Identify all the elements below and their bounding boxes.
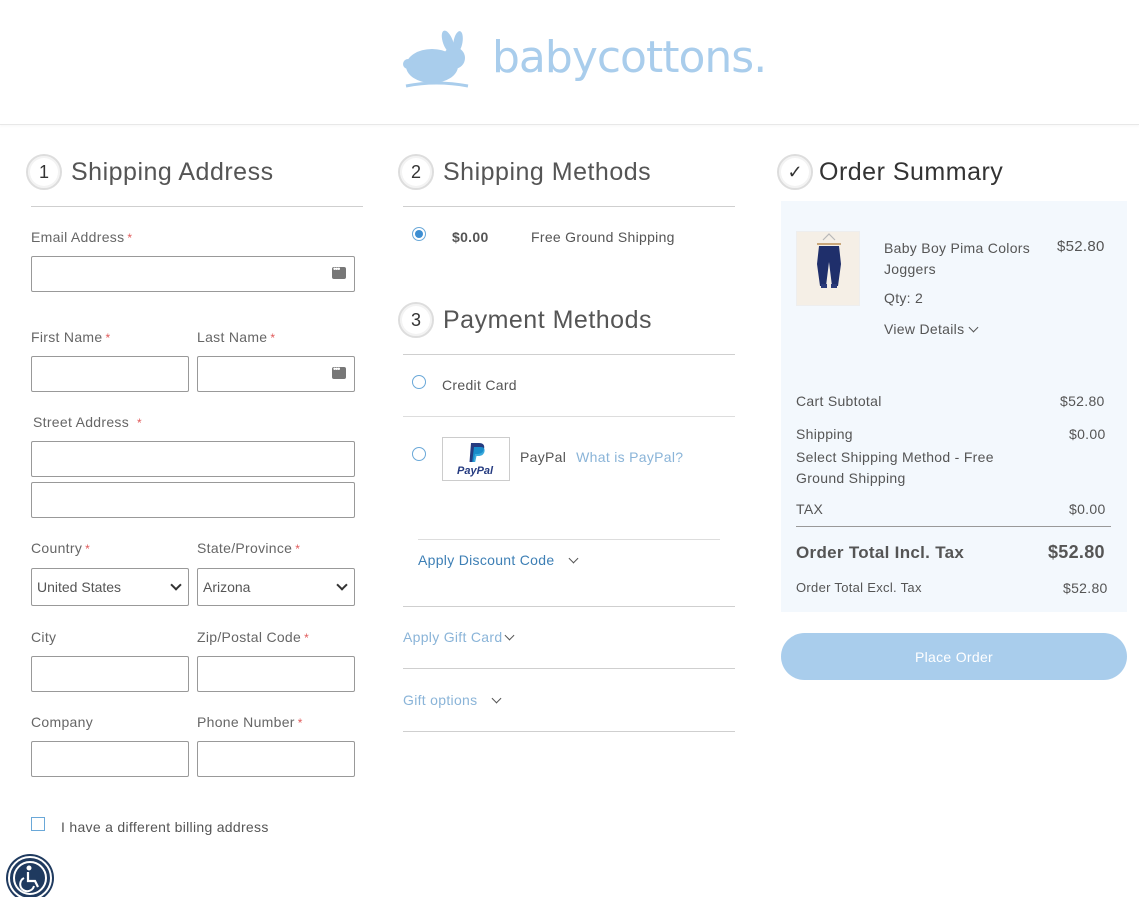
accessibility-button[interactable] — [8, 856, 52, 897]
chevron-down-icon — [170, 579, 182, 591]
shipping-address-title: Shipping Address — [71, 158, 274, 186]
payment-methods-title: Payment Methods — [443, 306, 652, 334]
password-manager-icon[interactable] — [332, 264, 346, 279]
shipping-option-label: Free Ground Shipping — [531, 229, 675, 245]
divider — [403, 668, 735, 669]
phone-label: Phone Number * — [197, 714, 303, 730]
chevron-down-icon — [491, 693, 502, 704]
divider — [31, 206, 363, 207]
zip-field[interactable] — [197, 656, 355, 692]
apply-discount-toggle[interactable]: Apply Discount Code — [418, 552, 579, 568]
step-2-badge: 2 — [398, 154, 434, 190]
shipping-methods-title: Shipping Methods — [443, 158, 652, 186]
country-label: Country * — [31, 540, 91, 556]
divider — [418, 539, 720, 540]
chevron-down-icon — [568, 553, 579, 564]
city-label: City — [31, 629, 57, 645]
street-label: Street Address * — [33, 414, 143, 430]
company-field[interactable] — [31, 741, 189, 777]
city-field[interactable] — [31, 656, 189, 692]
paypal-logo: PayPal — [442, 437, 510, 481]
country-select[interactable]: United States — [31, 568, 189, 606]
wheelchair-icon — [13, 861, 47, 895]
last-name-field[interactable] — [197, 356, 355, 392]
view-details-toggle[interactable]: View Details — [884, 321, 979, 337]
password-manager-icon[interactable] — [332, 364, 346, 379]
divider — [403, 354, 735, 355]
last-name-label: Last Name * — [197, 329, 276, 345]
product-price: $52.80 — [1057, 238, 1105, 255]
phone-field[interactable] — [197, 741, 355, 777]
divider — [403, 416, 735, 417]
what-is-paypal-link[interactable]: What is PayPal? — [576, 449, 683, 465]
first-name-field[interactable] — [31, 356, 189, 392]
cart-subtotal-label: Cart Subtotal — [796, 393, 882, 409]
chevron-down-icon — [336, 579, 348, 591]
state-label: State/Province * — [197, 540, 301, 556]
product-image[interactable] — [796, 231, 860, 306]
chevron-down-icon — [504, 630, 515, 641]
divider — [403, 606, 735, 607]
site-header: babycottons. — [0, 0, 1139, 125]
paypal-radio[interactable] — [412, 447, 426, 461]
company-label: Company — [31, 714, 94, 730]
shipping-value: $0.00 — [1069, 426, 1106, 442]
paypal-icon — [469, 443, 485, 462]
shipping-label: Shipping — [796, 426, 853, 442]
brand-logo[interactable]: babycottons. — [402, 28, 767, 90]
bunny-logo-icon — [403, 30, 469, 88]
place-order-button[interactable]: Place Order — [781, 633, 1127, 680]
cart-subtotal-value: $52.80 — [1060, 393, 1105, 409]
step-3-badge: 3 — [398, 302, 434, 338]
order-summary-title: Order Summary — [819, 158, 1004, 186]
shipping-price: $0.00 — [452, 229, 489, 245]
street-line-2-field[interactable] — [31, 482, 355, 518]
summary-check-badge: ✓ — [777, 154, 813, 190]
divider — [796, 526, 1111, 527]
product-name: Baby Boy Pima Colors Joggers — [884, 240, 1031, 277]
free-shipping-radio[interactable] — [412, 227, 426, 241]
divider — [403, 731, 735, 732]
billing-address-checkbox[interactable] — [31, 817, 45, 831]
zip-label: Zip/Postal Code * — [197, 629, 310, 645]
state-select[interactable]: Arizona — [197, 568, 355, 606]
step-1-badge: 1 — [26, 154, 62, 190]
tax-label: TAX — [796, 501, 824, 517]
divider — [403, 206, 735, 207]
total-incl-tax-value: $52.80 — [1048, 542, 1105, 562]
email-label: Email Address * — [31, 229, 133, 245]
gift-options-toggle[interactable]: Gift options — [403, 692, 502, 708]
joggers-image — [817, 233, 841, 288]
shipping-method-text: Select Shipping Method - Free Ground Shi… — [796, 449, 994, 486]
tax-value: $0.00 — [1069, 501, 1106, 517]
total-excl-tax-label: Order Total Excl. Tax — [796, 580, 922, 595]
chevron-down-icon — [968, 322, 979, 333]
credit-card-label[interactable]: Credit Card — [442, 377, 517, 393]
total-incl-tax-label: Order Total Incl. Tax — [796, 543, 965, 562]
billing-address-label[interactable]: I have a different billing address — [61, 819, 269, 835]
product-qty: Qty: 2 — [884, 290, 924, 306]
credit-card-radio[interactable] — [412, 375, 426, 389]
first-name-label: First Name * — [31, 329, 111, 345]
email-field[interactable] — [31, 256, 355, 292]
paypal-label: PayPal What is PayPal? — [520, 449, 684, 465]
brand-name: babycottons. — [492, 31, 767, 83]
total-excl-tax-value: $52.80 — [1063, 580, 1108, 596]
street-line-1-field[interactable] — [31, 441, 355, 477]
apply-gift-card-toggle[interactable]: Apply Gift Card — [403, 629, 515, 645]
